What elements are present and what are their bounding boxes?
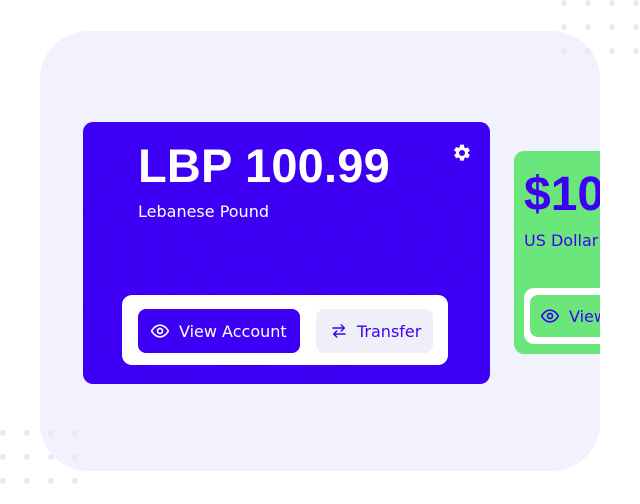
transfer-label: Transfer [357,321,422,341]
decorative-dots-top-overlay [561,0,639,54]
view-account-button[interactable]: View Account [138,309,300,353]
balance-amount-usd: $10 [524,168,605,221]
card-actions: View Account Transfer [122,295,448,365]
decorative-dots-bottom [0,430,78,484]
eye-icon [540,309,560,323]
balance-amount: LBP 100.99 [138,139,390,192]
account-card-lbp: LBP 100.99 Lebanese Pound View Account T… [83,122,490,384]
transfer-button[interactable]: Transfer [316,309,433,353]
eye-icon [150,324,170,338]
stage: LBP 100.99 Lebanese Pound View Account T… [0,0,640,504]
gear-icon[interactable] [452,143,472,163]
view-account-label: View Account [179,321,287,341]
right-edge-mask [600,0,640,504]
currency-name-usd: US Dollar [524,231,599,250]
currency-name: Lebanese Pound [138,202,269,221]
swap-arrows-icon [332,324,346,338]
